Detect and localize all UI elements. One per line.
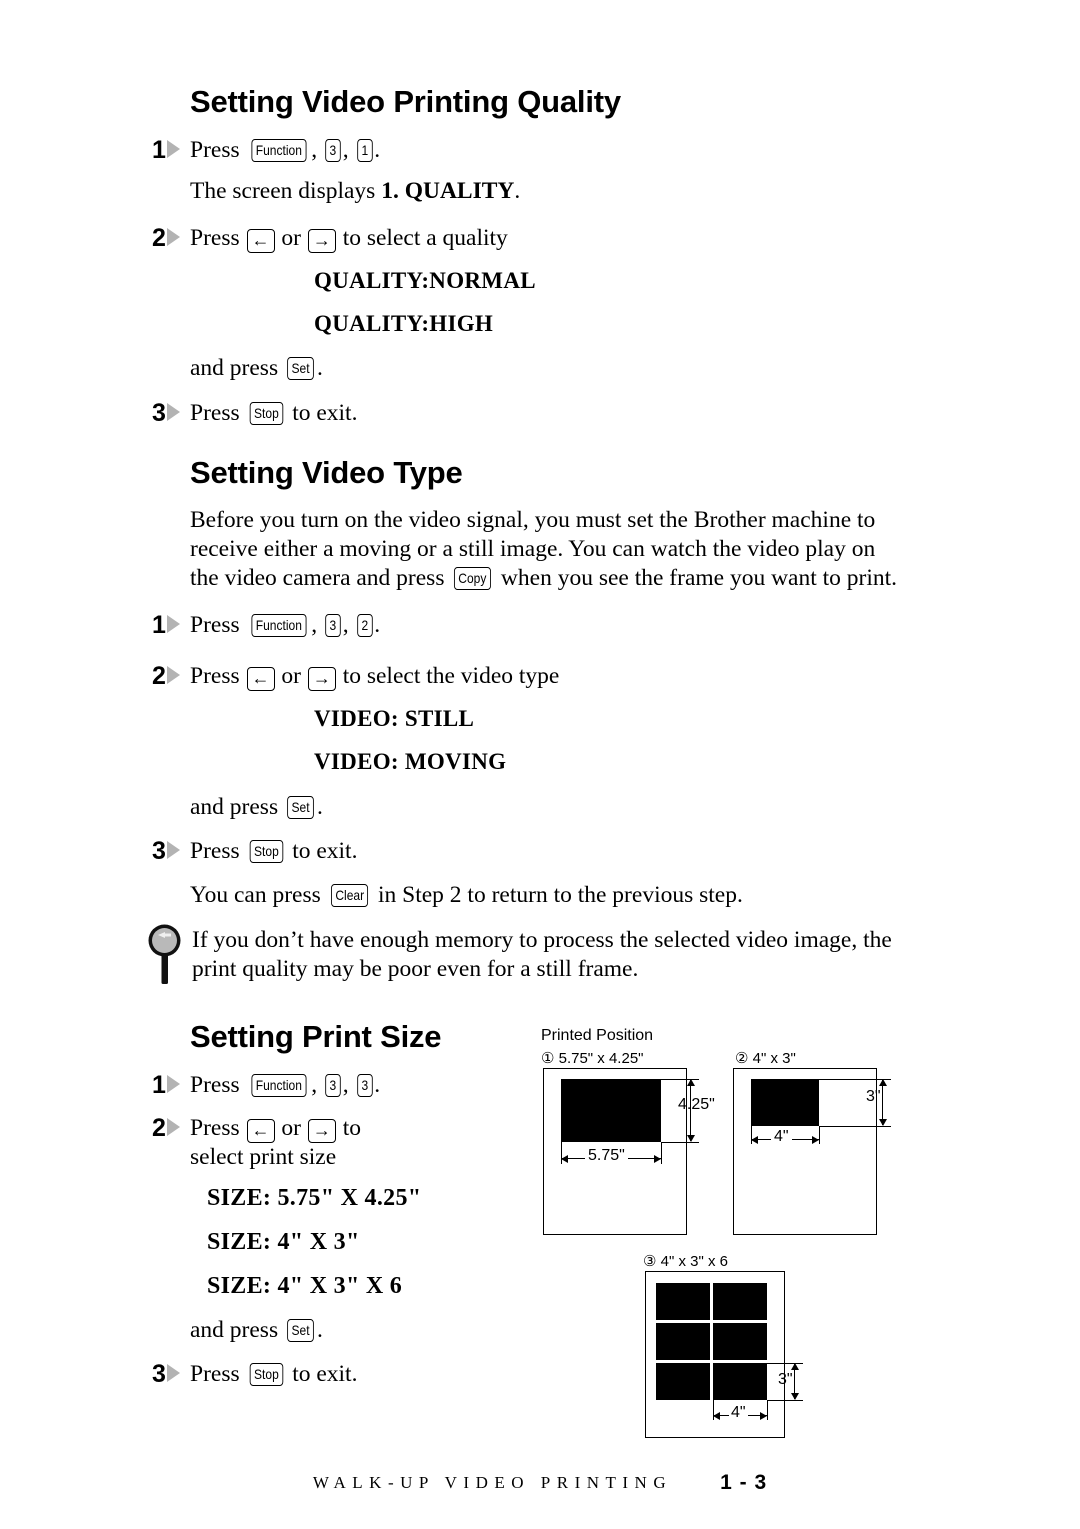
step-triangle-icon	[167, 140, 180, 158]
figure-3-height-dim: 3"	[778, 1371, 793, 1388]
figure-3-image-block-1	[656, 1283, 710, 1320]
document-page: Setting Video Printing Quality 1 Press F…	[0, 0, 1080, 1529]
figure-2-arrow-left	[751, 1135, 758, 1144]
page-footer: WALK-UP VIDEO PRINTING 1 - 3	[0, 1471, 1080, 1495]
figure-2-ext-line-right	[819, 1126, 820, 1144]
figure-2-height-dim: 3"	[866, 1088, 881, 1105]
step-triangle-icon	[167, 841, 180, 859]
figure-1-arrow-right	[654, 1154, 661, 1163]
step-triangle-icon	[167, 1364, 180, 1382]
figure-3-label: ③ 4" x 3" x 6	[643, 1253, 728, 1270]
figure-1-ext-line-bottom	[661, 1142, 699, 1143]
figure-1-arrow-up	[686, 1079, 695, 1086]
figure-2-width-dim: 4"	[771, 1128, 792, 1146]
figure-3-image-block-6	[713, 1363, 767, 1400]
figure-1-width-dim: 5.75"	[585, 1147, 628, 1165]
step-triangle-icon	[167, 403, 180, 421]
step-triangle-icon	[167, 615, 180, 633]
figure-3-arrow-right	[760, 1411, 767, 1420]
figure-1-arrow-down	[686, 1135, 695, 1142]
figure-1-arrow-left	[561, 1154, 568, 1163]
figure-1-image-block	[561, 1079, 661, 1142]
figure-1-ext-line-right	[661, 1142, 662, 1164]
figure-3-width-dim: 4"	[729, 1404, 748, 1422]
figure-3-image-block-5	[656, 1363, 710, 1400]
figure-1-height-dim: 4.25"	[678, 1096, 715, 1113]
figure-1-label: ① 5.75" x 4.25"	[541, 1050, 644, 1067]
figure-2-arrow-up	[878, 1079, 887, 1086]
figure-3-arrow-up	[790, 1363, 799, 1370]
figure-3-ext-line-bottom	[767, 1400, 803, 1401]
footer-title: WALK-UP VIDEO PRINTING	[312, 1473, 673, 1492]
figure-2-arrow-down	[878, 1119, 887, 1126]
figure-2-arrow-right	[812, 1135, 819, 1144]
figure-3-arrow-left	[713, 1411, 720, 1420]
figure-3-arrow-down	[790, 1393, 799, 1400]
step-triangle-icon	[167, 1075, 180, 1093]
figure-2-image-block	[751, 1079, 819, 1126]
figure-3-image-block-2	[713, 1283, 767, 1320]
figure-3-image-block-4	[713, 1323, 767, 1360]
step-triangle-icon	[167, 228, 180, 246]
step-triangle-icon	[167, 1118, 180, 1136]
footer-page-number: 1 - 3	[720, 1471, 768, 1494]
figure-2-ext-line-bottom	[819, 1126, 891, 1127]
figure-3-ext-line-right	[767, 1400, 768, 1420]
figure-3-image-block-3	[656, 1323, 710, 1360]
diagram-title: Printed Position	[541, 1027, 654, 1044]
step-triangle-icon	[167, 666, 180, 684]
figure-2-label: ② 4" x 3"	[735, 1050, 796, 1067]
